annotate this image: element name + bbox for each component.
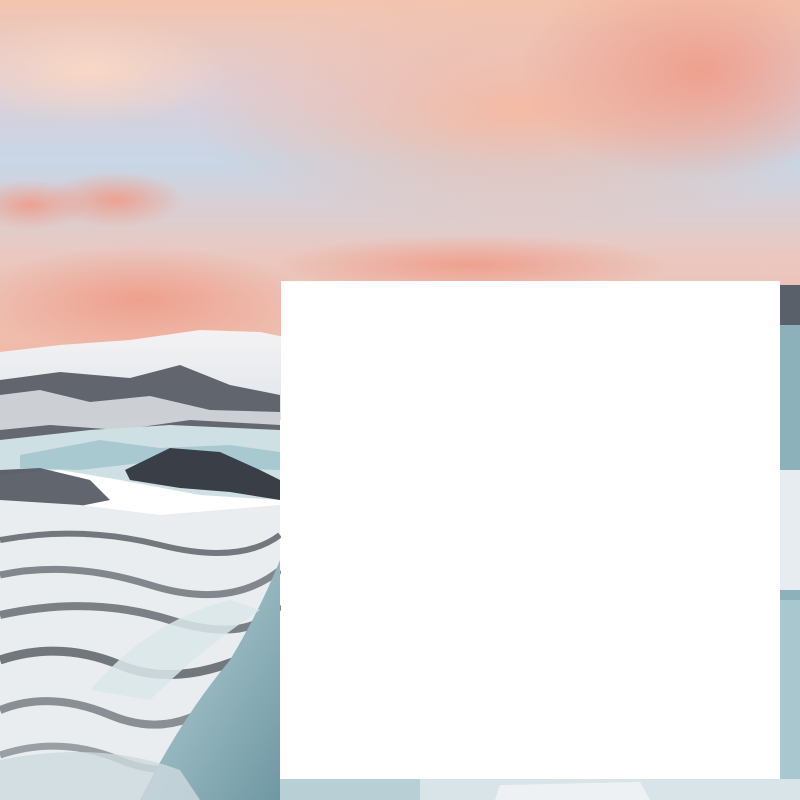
- blank-white-panel: [281, 281, 780, 779]
- ice-strip-right: [780, 600, 800, 800]
- photo-canvas: [0, 0, 800, 800]
- ice-strip-bottom: [280, 779, 420, 800]
- snow-strip-bottom: [495, 782, 650, 800]
- snow-strip-right: [780, 470, 800, 590]
- rock-strip-right: [780, 285, 800, 325]
